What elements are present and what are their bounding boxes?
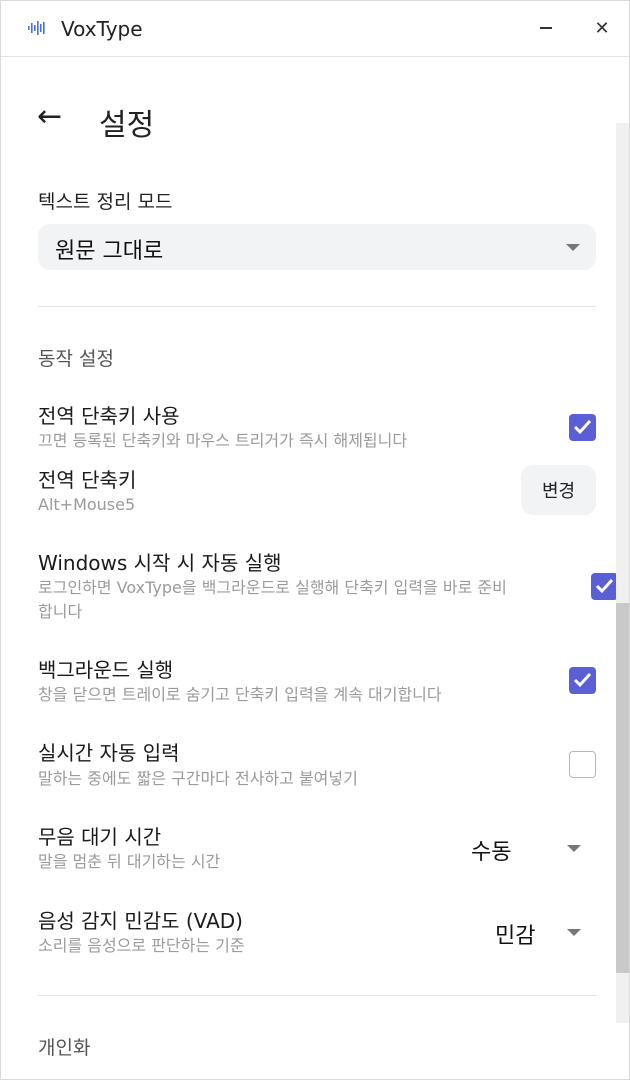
divider [38, 306, 596, 307]
chevron-down-icon[interactable] [567, 929, 581, 936]
text-mode-value: 원문 그대로 [55, 239, 164, 264]
minimize-icon [540, 27, 552, 29]
vad-title: 음성 감지 민감도 (VAD) [38, 909, 243, 933]
silence-wait-subtitle: 말을 멈춘 뒤 대기하는 시간 [38, 852, 221, 871]
realtime-input-checkbox[interactable] [569, 751, 596, 778]
global-hotkey-title: 전역 단축키 [38, 468, 137, 492]
divider [38, 995, 596, 996]
vad-select[interactable]: 민감 [495, 918, 535, 950]
autostart-subtitle-line1: 로그인하면 VoxType을 백그라운드로 실행해 단축키 입력을 바로 준비 [38, 578, 507, 597]
realtime-input-title: 실시간 자동 입력 [38, 741, 180, 765]
background-run-subtitle: 창을 닫으면 트레이로 숨기고 단축키 입력을 계속 대기합니다 [38, 685, 442, 704]
scrollbar-thumb[interactable] [616, 603, 629, 973]
global-hotkey-value: Alt+Mouse5 [38, 495, 136, 514]
autostart-checkbox[interactable] [591, 573, 618, 600]
silence-wait-title: 무음 대기 시간 [38, 825, 162, 849]
checkmark-icon [595, 578, 614, 594]
silence-wait-select[interactable]: 수동 [471, 834, 511, 866]
chevron-down-icon [566, 244, 580, 251]
settings-content[interactable]: ← 설정 텍스트 정리 모드 원문 그대로 동작 설정 전역 단축키 사용 끄면… [1, 57, 629, 1079]
background-run-title: 백그라운드 실행 [38, 658, 174, 682]
back-arrow-icon[interactable]: ← [37, 99, 62, 134]
minimize-button[interactable] [531, 13, 561, 43]
app-title: VoxType [61, 17, 143, 41]
global-hotkey-enable-title: 전역 단축키 사용 [38, 404, 180, 428]
text-mode-label: 텍스트 정리 모드 [38, 191, 173, 213]
realtime-input-subtitle: 말하는 중에도 짧은 구간마다 전사하고 붙여넣기 [38, 769, 358, 788]
title-bar[interactable]: VoxType ✕ [1, 1, 629, 57]
app-window: VoxType ✕ ← 설정 텍스트 정리 모드 원문 그대로 동작 설정 전역… [0, 0, 630, 1080]
checkmark-icon [573, 419, 592, 435]
close-icon: ✕ [594, 17, 610, 39]
global-hotkey-enable-checkbox[interactable] [569, 414, 596, 441]
page-title: 설정 [99, 108, 155, 143]
chevron-down-icon[interactable] [567, 845, 581, 852]
section-title-personalization: 개인화 [38, 1037, 91, 1059]
global-hotkey-enable-subtitle: 끄면 등록된 단축키와 마우스 트리거가 즉시 해제됩니다 [38, 431, 408, 450]
vad-subtitle: 소리를 음성으로 판단하는 기준 [38, 936, 245, 955]
text-mode-select[interactable]: 원문 그대로 [38, 224, 596, 270]
close-button[interactable]: ✕ [587, 13, 617, 43]
checkmark-icon [573, 672, 592, 688]
autostart-subtitle-line2: 합니다 [38, 602, 83, 621]
autostart-title: Windows 시작 시 자동 실행 [38, 551, 282, 575]
section-title-behavior: 동작 설정 [38, 348, 114, 370]
waveform-icon [27, 20, 47, 36]
change-hotkey-button[interactable]: 변경 [521, 465, 596, 515]
background-run-checkbox[interactable] [569, 667, 596, 694]
